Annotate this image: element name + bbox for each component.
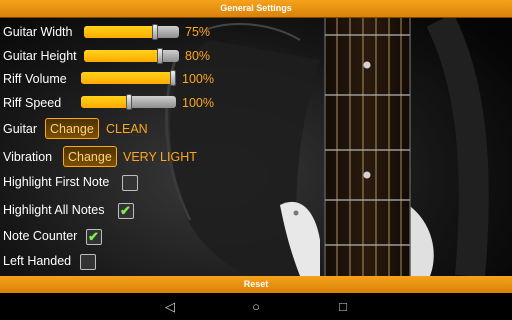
riff-volume-slider[interactable] <box>81 70 176 86</box>
note-counter-label: Note Counter <box>3 229 78 243</box>
highlight-all-notes-label: Highlight All Notes <box>3 203 105 217</box>
guitar-width-slider[interactable] <box>84 24 179 40</box>
screen: General Settings Guitar Width 75% Guitar… <box>0 0 512 320</box>
riff-speed-label: Riff Speed <box>3 96 62 110</box>
change-guitar-button[interactable]: Change <box>45 118 99 139</box>
riff-volume-label: Riff Volume <box>3 72 67 86</box>
highlight-first-note-label: Highlight First Note <box>3 175 110 189</box>
vibration-label: Vibration <box>3 150 53 164</box>
system-navigation-bar: ◁ ○ □ <box>0 293 512 320</box>
recents-icon[interactable]: □ <box>333 298 353 316</box>
left-handed-label: Left Handed <box>3 254 72 268</box>
guitar-width-value: 75% <box>185 25 211 39</box>
reset-label: Reset <box>243 279 269 289</box>
guitar-height-slider[interactable] <box>84 48 179 64</box>
settings-title-bar: General Settings <box>0 0 512 17</box>
guitar-width-label: Guitar Width <box>3 25 73 39</box>
guitar-height-label: Guitar Height <box>3 49 77 63</box>
riff-volume-value: 100% <box>182 72 214 86</box>
guitar-label: Guitar <box>3 122 38 136</box>
change-vibration-button[interactable]: Change <box>63 146 117 167</box>
riff-volume-thumb[interactable] <box>170 70 176 86</box>
guitar-width-fill <box>84 26 155 38</box>
reset-button[interactable]: Reset <box>0 276 512 293</box>
vibration-value: VERY LIGHT <box>123 150 197 164</box>
riff-speed-value: 100% <box>182 96 214 110</box>
riff-speed-fill <box>81 96 129 108</box>
back-icon[interactable]: ◁ <box>160 298 180 316</box>
page-title: General Settings <box>220 3 292 13</box>
highlight-first-note-checkbox[interactable] <box>122 175 138 191</box>
guitar-height-fill <box>84 50 160 62</box>
riff-speed-thumb[interactable] <box>126 94 132 110</box>
highlight-all-notes-checkbox[interactable]: ✔ <box>118 203 134 219</box>
note-counter-checkbox[interactable]: ✔ <box>86 229 102 245</box>
left-handed-checkbox[interactable] <box>80 254 96 270</box>
home-icon[interactable]: ○ <box>246 298 266 316</box>
checkmark-icon: ✔ <box>88 229 99 244</box>
riff-speed-slider[interactable] <box>81 94 176 110</box>
riff-volume-fill <box>81 72 173 84</box>
guitar-width-thumb[interactable] <box>152 24 158 40</box>
guitar-value: CLEAN <box>106 122 148 136</box>
guitar-height-thumb[interactable] <box>157 48 163 64</box>
guitar-height-value: 80% <box>185 49 211 63</box>
checkmark-icon: ✔ <box>120 203 131 218</box>
